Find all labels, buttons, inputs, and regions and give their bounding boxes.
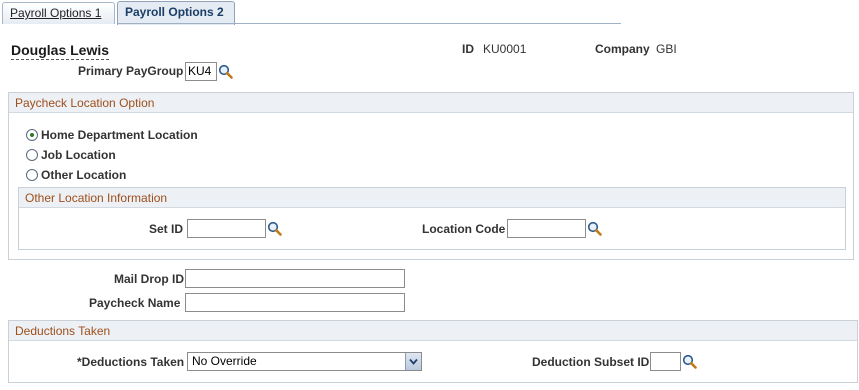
deductions-group: Deductions Taken [8,320,858,383]
set-id-label: Set ID [149,222,184,236]
radio-label: Job Location [41,148,116,162]
radio-other-location[interactable]: Other Location [26,167,126,183]
deductions-taken-label: *Deductions Taken [77,355,185,369]
radio-home-department[interactable]: Home Department Location [26,127,198,143]
other-location-header: Other Location Information [19,188,845,208]
company-value: GBI [656,42,677,56]
radio-job-location[interactable]: Job Location [26,147,116,163]
paycheck-name-input[interactable] [185,293,405,312]
id-value: KU0001 [483,42,527,56]
select-value: No Override [192,354,257,368]
radio-label: Other Location [41,168,127,182]
tab-payroll-options-1[interactable]: Payroll Options 1 [2,2,115,24]
other-location-group: Other Location Information [18,187,846,250]
deductions-taken-select[interactable]: No Override [187,352,422,371]
deduction-subset-label: Deduction Subset ID [532,355,650,369]
magnifier-icon[interactable] [267,221,282,236]
primary-paygroup-label: Primary PayGroup [78,64,184,78]
employee-name: Douglas Lewis [11,42,110,60]
tab-label: Payroll Options 2 [125,5,224,19]
mail-drop-label: Mail Drop ID [114,272,185,286]
id-label: ID [462,42,474,56]
magnifier-icon[interactable] [682,354,697,369]
location-code-label: Location Code [422,222,506,236]
paycheck-name-label: Paycheck Name [89,296,181,310]
dropdown-button[interactable] [405,353,421,370]
mail-drop-input[interactable] [185,269,405,288]
magnifier-icon[interactable] [587,221,602,236]
deductions-header: Deductions Taken [9,321,857,341]
paycheck-location-header: Paycheck Location Option [9,93,853,113]
radio-button[interactable] [26,169,38,181]
tab-label: Payroll Options 1 [10,6,102,20]
location-code-input[interactable] [507,219,586,238]
primary-paygroup-input[interactable]: KU4 [185,62,217,81]
tab-underline [117,23,621,24]
radio-button[interactable] [26,149,38,161]
company-label: Company [595,42,650,56]
radio-button[interactable] [26,129,38,141]
chevron-down-icon [409,358,418,365]
tab-payroll-options-2[interactable]: Payroll Options 2 [117,1,235,25]
deduction-subset-input[interactable] [650,352,681,371]
magnifier-icon[interactable] [218,64,233,79]
set-id-input[interactable] [187,219,266,238]
radio-label: Home Department Location [41,128,198,142]
